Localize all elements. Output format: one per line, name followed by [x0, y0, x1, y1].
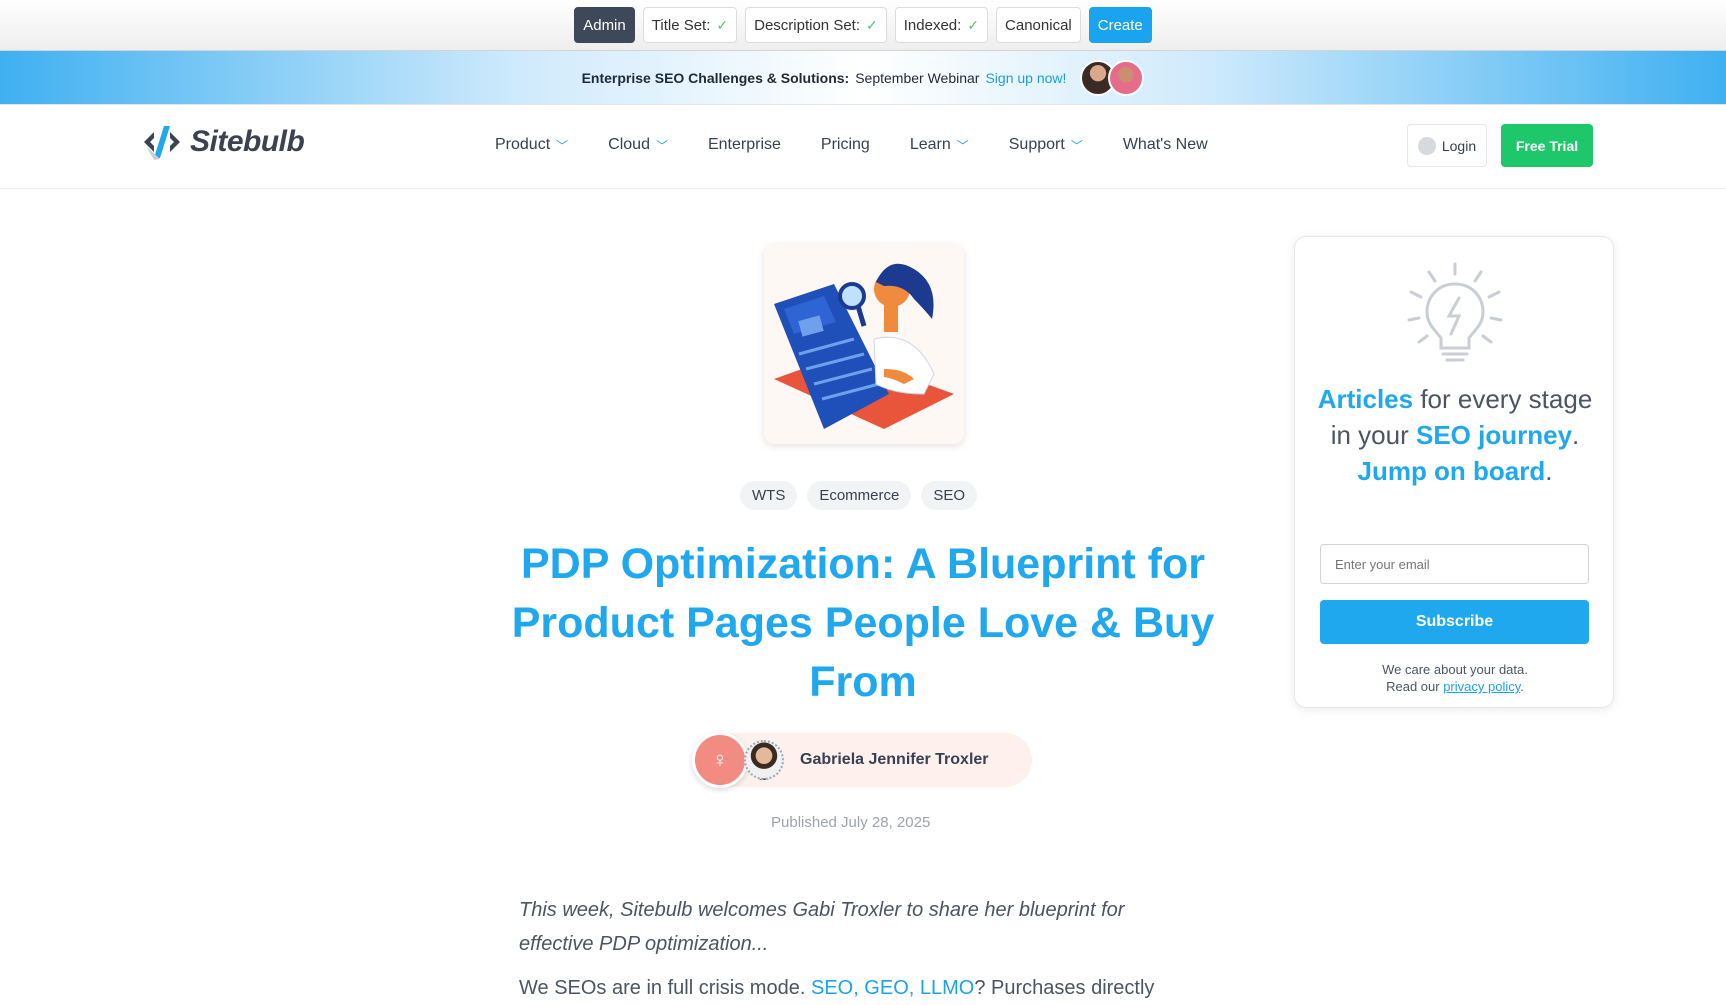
title-set-label: Title Set: — [651, 16, 711, 34]
canonical-label: Canonical — [1005, 16, 1072, 34]
webinar-signup-link[interactable]: Sign up now! — [985, 70, 1066, 86]
title-set-button[interactable]: Title Set: ✓ — [642, 7, 738, 43]
illustration-woman-magnifier — [774, 263, 954, 429]
description-set-label: Description Set: — [754, 16, 861, 34]
tag-chip[interactable]: SEO — [921, 481, 978, 510]
women-in-tech-badge-icon: ♀ — [692, 732, 748, 788]
nav-cloud[interactable]: Cloud ﹀ — [608, 136, 668, 154]
paragraph-text: ? Purchases directly — [974, 977, 1155, 999]
canonical-button[interactable]: Canonical — [996, 7, 1081, 43]
chevron-down-icon: ﹀ — [655, 138, 668, 153]
lightbulb-icon — [1407, 262, 1503, 362]
check-icon: ✓ — [866, 16, 878, 33]
privacy-note-text: We care about your data. — [1382, 662, 1528, 677]
logo-text: Sitebulb — [190, 125, 305, 158]
nav-label: Pricing — [820, 136, 870, 153]
paragraph-text: We SEOs are in full crisis mode. — [519, 977, 806, 999]
subscribe-button[interactable]: Subscribe — [1320, 600, 1589, 644]
description-set-button[interactable]: Description Set: ✓ — [745, 7, 887, 43]
nav-label: Enterprise — [707, 136, 781, 153]
webinar-text: September Webinar — [855, 69, 980, 86]
user-icon — [1417, 136, 1436, 155]
login-label: Login — [1441, 137, 1477, 154]
article-title: PDP Optimization: A Blueprint for Produc… — [511, 540, 1215, 706]
chevron-down-icon: ﹀ — [556, 138, 569, 153]
chevron-down-icon: ﹀ — [956, 138, 969, 153]
check-icon: ✓ — [967, 16, 980, 33]
create-label: Create — [1097, 16, 1143, 34]
promo-text: . — [1545, 456, 1553, 486]
free-trial-label: Free Trial — [1515, 137, 1579, 154]
nav-label: Cloud — [608, 136, 650, 153]
logo-icon — [144, 126, 180, 160]
privacy-policy-link[interactable]: privacy policy — [1443, 679, 1520, 694]
create-button[interactable]: Create — [1088, 7, 1152, 43]
nav-product[interactable]: Product ﹀ — [495, 136, 568, 154]
nav-label: Learn — [909, 136, 951, 153]
privacy-note-text: Read our — [1386, 679, 1440, 694]
newsletter-card: Articles for every stage in your SEO jou… — [1294, 236, 1614, 708]
author-pill[interactable]: ♀ Gabriela Jennifer Troxler — [692, 732, 1032, 788]
newsletter-promo: Articles for every stage in your SEO jou… — [1315, 381, 1595, 489]
nav-pricing[interactable]: Pricing — [821, 136, 870, 154]
promo-highlight: Articles — [1317, 384, 1414, 414]
article-intro: This week, Sitebulb welcomes Gabi Troxle… — [519, 899, 1125, 955]
login-button[interactable]: Login — [1407, 124, 1487, 167]
free-trial-button[interactable]: Free Trial — [1501, 124, 1593, 167]
main-nav: Product ﹀ Cloud ﹀ Enterprise Pricing Learn… — [495, 136, 1208, 154]
nav-whats-new[interactable]: What's New — [1123, 136, 1208, 154]
promo-highlight: Jump on board — [1357, 456, 1546, 486]
privacy-note: We care about your data. Read our privac… — [1295, 661, 1615, 695]
email-input[interactable] — [1320, 544, 1589, 584]
nav-support[interactable]: Support ﹀ — [1009, 136, 1083, 154]
admin-label: Admin — [583, 16, 626, 34]
site-header: Sitebulb Product ﹀ Cloud ﹀ Enterprise Pric… — [0, 106, 1726, 189]
speaker-avatar — [1108, 59, 1145, 96]
nav-enterprise[interactable]: Enterprise — [708, 136, 781, 154]
nav-label: What's New — [1122, 136, 1208, 153]
tag-chip[interactable]: WTS — [740, 481, 798, 510]
nav-label: Product — [495, 136, 551, 153]
nav-learn[interactable]: Learn ﹀ — [910, 136, 969, 154]
tag-chip[interactable]: Ecommerce — [807, 481, 912, 510]
article-hero-image — [764, 244, 964, 444]
admin-button[interactable]: Admin — [574, 7, 635, 43]
article-tags: WTS Ecommerce SEO — [740, 481, 978, 510]
indexed-label: Indexed: — [903, 16, 962, 34]
published-date: Published July 28, 2025 — [771, 814, 931, 831]
sitebulb-logo[interactable]: Sitebulb — [140, 122, 305, 162]
nav-label: Support — [1008, 136, 1065, 153]
admin-toolbar: Admin Title Set: ✓ Description Set: ✓ Inde… — [0, 0, 1726, 51]
promo-highlight: SEO journey — [1415, 420, 1573, 450]
chevron-down-icon: ﹀ — [1070, 138, 1083, 153]
paragraph-link[interactable]: SEO, GEO, LLMO — [811, 977, 974, 999]
webinar-avatars — [1080, 59, 1145, 96]
indexed-button[interactable]: Indexed: ✓ — [894, 7, 989, 43]
check-icon: ✓ — [716, 16, 729, 33]
author-avatar — [744, 740, 784, 780]
webinar-banner: Enterprise SEO Challenges & Solutions: S… — [0, 51, 1726, 105]
article-paragraph: We SEOs are in full crisis mode. SEO, GE… — [519, 971, 1199, 1005]
promo-text: . — [1572, 420, 1580, 450]
author-name: Gabriela Jennifer Troxler — [800, 751, 989, 768]
webinar-title: Enterprise SEO Challenges & Solutions: — [581, 69, 850, 86]
privacy-note-text: . — [1520, 679, 1524, 694]
